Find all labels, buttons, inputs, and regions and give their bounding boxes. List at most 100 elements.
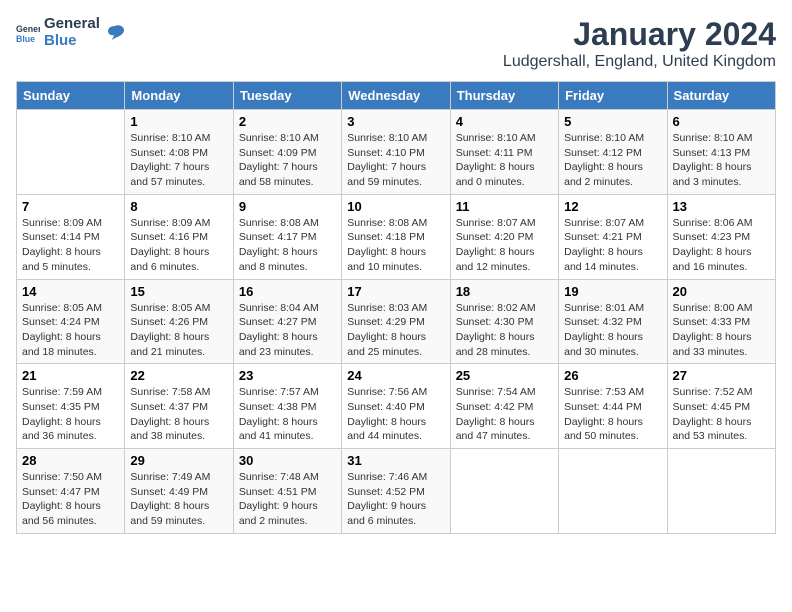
logo: General Blue General Blue (16, 16, 126, 49)
day-header-sunday: Sunday (17, 82, 125, 110)
day-number: 17 (347, 284, 444, 299)
day-number: 13 (673, 199, 770, 214)
week-row-1: 1Sunrise: 8:10 AMSunset: 4:08 PMDaylight… (17, 110, 776, 195)
calendar-cell: 1Sunrise: 8:10 AMSunset: 4:08 PMDaylight… (125, 110, 233, 195)
calendar-cell (559, 449, 667, 534)
day-info: Sunrise: 8:06 AMSunset: 4:23 PMDaylight:… (673, 216, 770, 275)
day-number: 31 (347, 453, 444, 468)
day-number: 14 (22, 284, 119, 299)
calendar-cell: 19 Sunrise: 8:01 AMSunset: 4:32 PMDayligh… (559, 279, 667, 364)
calendar-cell: 14 Sunrise: 8:05 AMSunset: 4:24 PMDayligh… (17, 279, 125, 364)
calendar-cell: 6 Sunrise: 8:10 AMSunset: 4:13 PMDaylight… (667, 110, 775, 195)
day-info: Sunrise: 7:54 AMSunset: 4:42 PMDaylight:… (456, 385, 553, 444)
day-number: 7 (22, 199, 119, 214)
day-info: Sunrise: 8:07 AMSunset: 4:20 PMDaylight:… (456, 216, 553, 275)
day-info: Sunrise: 8:10 AMSunset: 4:10 PMDaylight:… (347, 131, 444, 190)
calendar-cell: 29Sunrise: 7:49 AMSunset: 4:49 PMDayligh… (125, 449, 233, 534)
day-info: Sunrise: 8:08 AMSunset: 4:18 PMDaylight:… (347, 216, 444, 275)
day-info: Sunrise: 8:02 AMSunset: 4:30 PMDaylight:… (456, 301, 553, 360)
day-header-monday: Monday (125, 82, 233, 110)
day-number: 6 (673, 114, 770, 129)
day-info: Sunrise: 8:10 AMSunset: 4:13 PMDaylight:… (673, 131, 770, 190)
day-info: Sunrise: 7:46 AMSunset: 4:52 PMDaylight:… (347, 470, 444, 529)
day-number: 20 (673, 284, 770, 299)
day-number: 25 (456, 368, 553, 383)
calendar-cell: 24 Sunrise: 7:56 AMSunset: 4:40 PMDayligh… (342, 364, 450, 449)
day-number: 19 (564, 284, 661, 299)
day-number: 1 (130, 114, 227, 129)
day-info: Sunrise: 8:10 AMSunset: 4:12 PMDaylight:… (564, 131, 661, 190)
day-info: Sunrise: 8:05 AMSunset: 4:24 PMDaylight:… (22, 301, 119, 360)
calendar-cell: 23Sunrise: 7:57 AMSunset: 4:38 PMDayligh… (233, 364, 341, 449)
svg-text:Blue: Blue (16, 33, 35, 43)
day-number: 30 (239, 453, 336, 468)
day-header-thursday: Thursday (450, 82, 558, 110)
day-info: Sunrise: 7:58 AMSunset: 4:37 PMDaylight:… (130, 385, 227, 444)
days-header-row: SundayMondayTuesdayWednesdayThursdayFrid… (17, 82, 776, 110)
calendar-cell: 20Sunrise: 8:00 AMSunset: 4:33 PMDayligh… (667, 279, 775, 364)
day-header-tuesday: Tuesday (233, 82, 341, 110)
day-number: 5 (564, 114, 661, 129)
day-number: 21 (22, 368, 119, 383)
calendar-cell: 31 Sunrise: 7:46 AMSunset: 4:52 PMDayligh… (342, 449, 450, 534)
calendar-cell: 9 Sunrise: 8:08 AMSunset: 4:17 PMDaylight… (233, 194, 341, 279)
week-row-3: 14 Sunrise: 8:05 AMSunset: 4:24 PMDayligh… (17, 279, 776, 364)
logo-icon: General Blue (16, 21, 40, 45)
day-info: Sunrise: 7:49 AMSunset: 4:49 PMDaylight:… (130, 470, 227, 529)
day-info: Sunrise: 8:03 AMSunset: 4:29 PMDaylight:… (347, 301, 444, 360)
calendar-cell: 28Sunrise: 7:50 AMSunset: 4:47 PMDayligh… (17, 449, 125, 534)
logo-bird-icon (104, 22, 126, 44)
day-header-friday: Friday (559, 82, 667, 110)
calendar-cell: 15 Sunrise: 8:05 AMSunset: 4:26 PMDayligh… (125, 279, 233, 364)
calendar-cell: 16Sunrise: 8:04 AMSunset: 4:27 PMDayligh… (233, 279, 341, 364)
day-number: 4 (456, 114, 553, 129)
calendar-cell: 2Sunrise: 8:10 AMSunset: 4:09 PMDaylight… (233, 110, 341, 195)
day-info: Sunrise: 8:07 AMSunset: 4:21 PMDaylight:… (564, 216, 661, 275)
calendar-cell: 17 Sunrise: 8:03 AMSunset: 4:29 PMDayligh… (342, 279, 450, 364)
logo-blue-text: Blue (44, 33, 100, 50)
day-info: Sunrise: 8:08 AMSunset: 4:17 PMDaylight:… (239, 216, 336, 275)
calendar-cell: 30Sunrise: 7:48 AMSunset: 4:51 PMDayligh… (233, 449, 341, 534)
location-subtitle: Ludgershall, England, United Kingdom (503, 53, 776, 71)
calendar-cell: 3 Sunrise: 8:10 AMSunset: 4:10 PMDaylight… (342, 110, 450, 195)
calendar-cell: 27Sunrise: 7:52 AMSunset: 4:45 PMDayligh… (667, 364, 775, 449)
day-number: 15 (130, 284, 227, 299)
logo-general-text: General (44, 16, 100, 33)
calendar-cell (17, 110, 125, 195)
calendar-cell: 5 Sunrise: 8:10 AMSunset: 4:12 PMDaylight… (559, 110, 667, 195)
calendar-cell: 12 Sunrise: 8:07 AMSunset: 4:21 PMDayligh… (559, 194, 667, 279)
day-number: 12 (564, 199, 661, 214)
day-info: Sunrise: 8:10 AMSunset: 4:09 PMDaylight:… (239, 131, 336, 190)
svg-text:General: General (16, 24, 40, 34)
calendar-cell: 22 Sunrise: 7:58 AMSunset: 4:37 PMDayligh… (125, 364, 233, 449)
week-row-5: 28Sunrise: 7:50 AMSunset: 4:47 PMDayligh… (17, 449, 776, 534)
day-number: 3 (347, 114, 444, 129)
day-number: 24 (347, 368, 444, 383)
calendar-cell: 26Sunrise: 7:53 AMSunset: 4:44 PMDayligh… (559, 364, 667, 449)
calendar-cell (450, 449, 558, 534)
week-row-4: 21 Sunrise: 7:59 AMSunset: 4:35 PMDayligh… (17, 364, 776, 449)
day-info: Sunrise: 7:56 AMSunset: 4:40 PMDaylight:… (347, 385, 444, 444)
day-info: Sunrise: 8:01 AMSunset: 4:32 PMDaylight:… (564, 301, 661, 360)
week-row-2: 7 Sunrise: 8:09 AMSunset: 4:14 PMDaylight… (17, 194, 776, 279)
day-number: 11 (456, 199, 553, 214)
day-info: Sunrise: 8:09 AMSunset: 4:16 PMDaylight:… (130, 216, 227, 275)
day-number: 10 (347, 199, 444, 214)
day-number: 9 (239, 199, 336, 214)
day-number: 27 (673, 368, 770, 383)
day-number: 22 (130, 368, 227, 383)
day-info: Sunrise: 7:57 AMSunset: 4:38 PMDaylight:… (239, 385, 336, 444)
day-info: Sunrise: 8:09 AMSunset: 4:14 PMDaylight:… (22, 216, 119, 275)
calendar-cell: 21 Sunrise: 7:59 AMSunset: 4:35 PMDayligh… (17, 364, 125, 449)
calendar-title: January 2024 (503, 16, 776, 53)
day-header-wednesday: Wednesday (342, 82, 450, 110)
day-info: Sunrise: 8:10 AMSunset: 4:11 PMDaylight:… (456, 131, 553, 190)
calendar-cell: 7 Sunrise: 8:09 AMSunset: 4:14 PMDaylight… (17, 194, 125, 279)
calendar-table: SundayMondayTuesdayWednesdayThursdayFrid… (16, 81, 776, 534)
calendar-cell: 4 Sunrise: 8:10 AMSunset: 4:11 PMDaylight… (450, 110, 558, 195)
day-info: Sunrise: 8:04 AMSunset: 4:27 PMDaylight:… (239, 301, 336, 360)
day-info: Sunrise: 8:05 AMSunset: 4:26 PMDaylight:… (130, 301, 227, 360)
day-info: Sunrise: 7:59 AMSunset: 4:35 PMDaylight:… (22, 385, 119, 444)
day-number: 28 (22, 453, 119, 468)
calendar-cell: 25 Sunrise: 7:54 AMSunset: 4:42 PMDayligh… (450, 364, 558, 449)
